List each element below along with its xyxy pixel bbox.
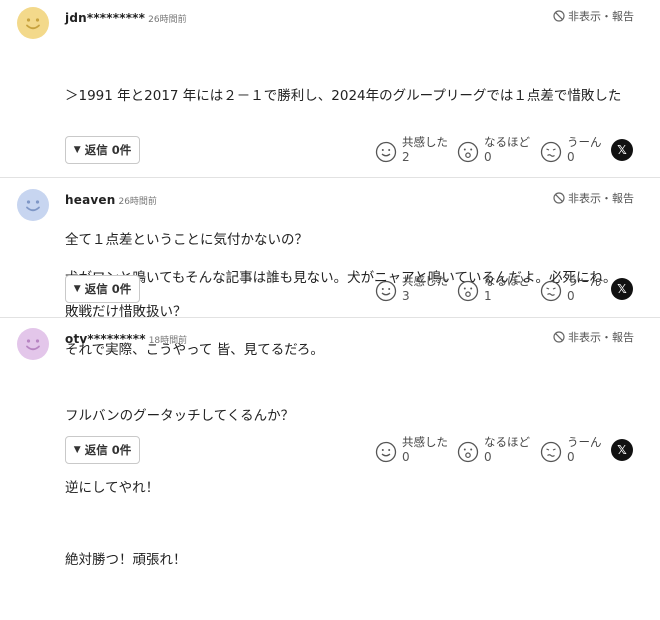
x-logo-icon: 𝕏 bbox=[617, 282, 627, 296]
avatar[interactable] bbox=[17, 189, 49, 221]
report-label: 非表示・報告 bbox=[568, 10, 634, 23]
report-label: 非表示・報告 bbox=[568, 192, 634, 205]
timestamp: 18時間前 bbox=[148, 336, 188, 346]
reaction-label: 共感した bbox=[402, 274, 448, 288]
avatar[interactable] bbox=[17, 328, 49, 360]
avatar[interactable] bbox=[17, 7, 49, 39]
comment-line: 絶対勝つ！頑張れ！ bbox=[65, 552, 187, 568]
smiley-avatar-icon bbox=[17, 328, 49, 360]
report-button[interactable]: 非表示・報告 bbox=[553, 190, 634, 206]
reply-toggle-button[interactable]: ▼ 返信 0件 bbox=[65, 275, 140, 303]
no-entry-circle-icon bbox=[553, 10, 565, 22]
empathize-reaction[interactable]: 共感した 3 bbox=[375, 274, 448, 304]
thinking-face-icon bbox=[540, 441, 562, 463]
triangle-down-icon: ▼ bbox=[73, 284, 81, 294]
x-logo-icon: 𝕏 bbox=[617, 443, 627, 457]
comment-line: 犬がワンと鳴いてもそんな記事は誰も見ない。犬がニャアと鳴いているんだよ。必死にね… bbox=[65, 270, 617, 286]
timestamp: 26時間前 bbox=[118, 197, 157, 207]
smile-face-icon bbox=[375, 280, 397, 302]
reaction-count: 0 bbox=[567, 289, 575, 303]
reaction-label: 共感した bbox=[402, 435, 448, 449]
reaction-label: うーん bbox=[567, 135, 602, 149]
comment-header: otv********* 18時間前 bbox=[65, 331, 187, 349]
share-x-button[interactable]: 𝕏 bbox=[611, 278, 633, 300]
reaction-label: 共感した bbox=[402, 135, 448, 149]
insightful-reaction[interactable]: なるほど 1 bbox=[457, 274, 530, 304]
no-entry-circle-icon bbox=[553, 331, 565, 343]
hmm-reaction[interactable]: うーん 0 bbox=[540, 435, 602, 465]
share-x-button[interactable]: 𝕏 bbox=[611, 439, 633, 461]
comment-item: otv********* 18時間前 非表示・報告 フルバンのグータッチしてくるん… bbox=[0, 318, 660, 568]
thinking-face-icon bbox=[540, 141, 562, 163]
comment-header: jdn********* 26時間前 bbox=[65, 10, 187, 28]
report-button[interactable]: 非表示・報告 bbox=[553, 8, 634, 24]
report-label: 非表示・報告 bbox=[568, 331, 634, 344]
reaction-label: うーん bbox=[567, 435, 602, 449]
empathize-reaction[interactable]: 共感した 2 bbox=[375, 135, 448, 165]
timestamp: 26時間前 bbox=[148, 15, 187, 25]
insightful-reaction[interactable]: なるほど 0 bbox=[457, 135, 530, 165]
smiley-avatar-icon bbox=[17, 7, 49, 39]
triangle-down-icon: ▼ bbox=[73, 445, 81, 455]
comment-line: 逆にしてやれ！ bbox=[65, 480, 160, 496]
reaction-count: 0 bbox=[567, 450, 575, 464]
hmm-reaction[interactable]: うーん 0 bbox=[540, 135, 602, 165]
thinking-face-icon bbox=[540, 280, 562, 302]
comment-line: フルバンのグータッチしてくるんか？ bbox=[65, 408, 295, 424]
empathize-reaction[interactable]: 共感した 0 bbox=[375, 435, 448, 465]
reaction-count: 3 bbox=[402, 289, 410, 303]
reaction-label: なるほど bbox=[484, 135, 530, 149]
username[interactable]: otv********* bbox=[65, 332, 146, 346]
username[interactable]: jdn********* bbox=[65, 11, 145, 25]
reaction-count: 0 bbox=[402, 450, 410, 464]
reaction-count: 1 bbox=[484, 289, 492, 303]
comment-item: heaven 26時間前 非表示・報告 犬がワンと鳴いてもそんな記事は誰も見ない。… bbox=[0, 178, 660, 358]
reaction-count: 0 bbox=[484, 450, 492, 464]
reaction-count: 2 bbox=[402, 150, 410, 164]
reaction-label: なるほど bbox=[484, 435, 530, 449]
username[interactable]: heaven bbox=[65, 193, 115, 207]
report-button[interactable]: 非表示・報告 bbox=[553, 329, 634, 345]
reaction-label: なるほど bbox=[484, 274, 530, 288]
reaction-count: 0 bbox=[567, 150, 575, 164]
no-entry-circle-icon bbox=[553, 192, 565, 204]
x-logo-icon: 𝕏 bbox=[617, 143, 627, 157]
triangle-down-icon: ▼ bbox=[73, 145, 81, 155]
smiley-avatar-icon bbox=[17, 189, 49, 221]
share-x-button[interactable]: 𝕏 bbox=[611, 139, 633, 161]
surprised-face-icon bbox=[457, 141, 479, 163]
reaction-label: うーん bbox=[567, 274, 602, 288]
smile-face-icon bbox=[375, 141, 397, 163]
insightful-reaction[interactable]: なるほど 0 bbox=[457, 435, 530, 465]
comment-item: jdn********* 26時間前 非表示・報告 ＞1991 年と2017 年に… bbox=[0, 0, 660, 320]
reply-toggle-button[interactable]: ▼ 返信 0件 bbox=[65, 436, 140, 464]
surprised-face-icon bbox=[457, 280, 479, 302]
smile-face-icon bbox=[375, 441, 397, 463]
reaction-count: 0 bbox=[484, 150, 492, 164]
hmm-reaction[interactable]: うーん 0 bbox=[540, 274, 602, 304]
comment-line: ＞1991 年と2017 年には２－１で勝利し、2024年のグループリーグでは１… bbox=[65, 88, 622, 104]
comment-body: フルバンのグータッチしてくるんか？ 逆にしてやれ！ 絶対勝つ！頑張れ！ bbox=[65, 356, 294, 620]
reply-count-label: 返信 0件 bbox=[84, 282, 132, 296]
reply-count-label: 返信 0件 bbox=[84, 143, 132, 157]
reply-count-label: 返信 0件 bbox=[84, 443, 132, 457]
reply-toggle-button[interactable]: ▼ 返信 0件 bbox=[65, 136, 140, 164]
surprised-face-icon bbox=[457, 441, 479, 463]
comment-header: heaven 26時間前 bbox=[65, 192, 157, 210]
